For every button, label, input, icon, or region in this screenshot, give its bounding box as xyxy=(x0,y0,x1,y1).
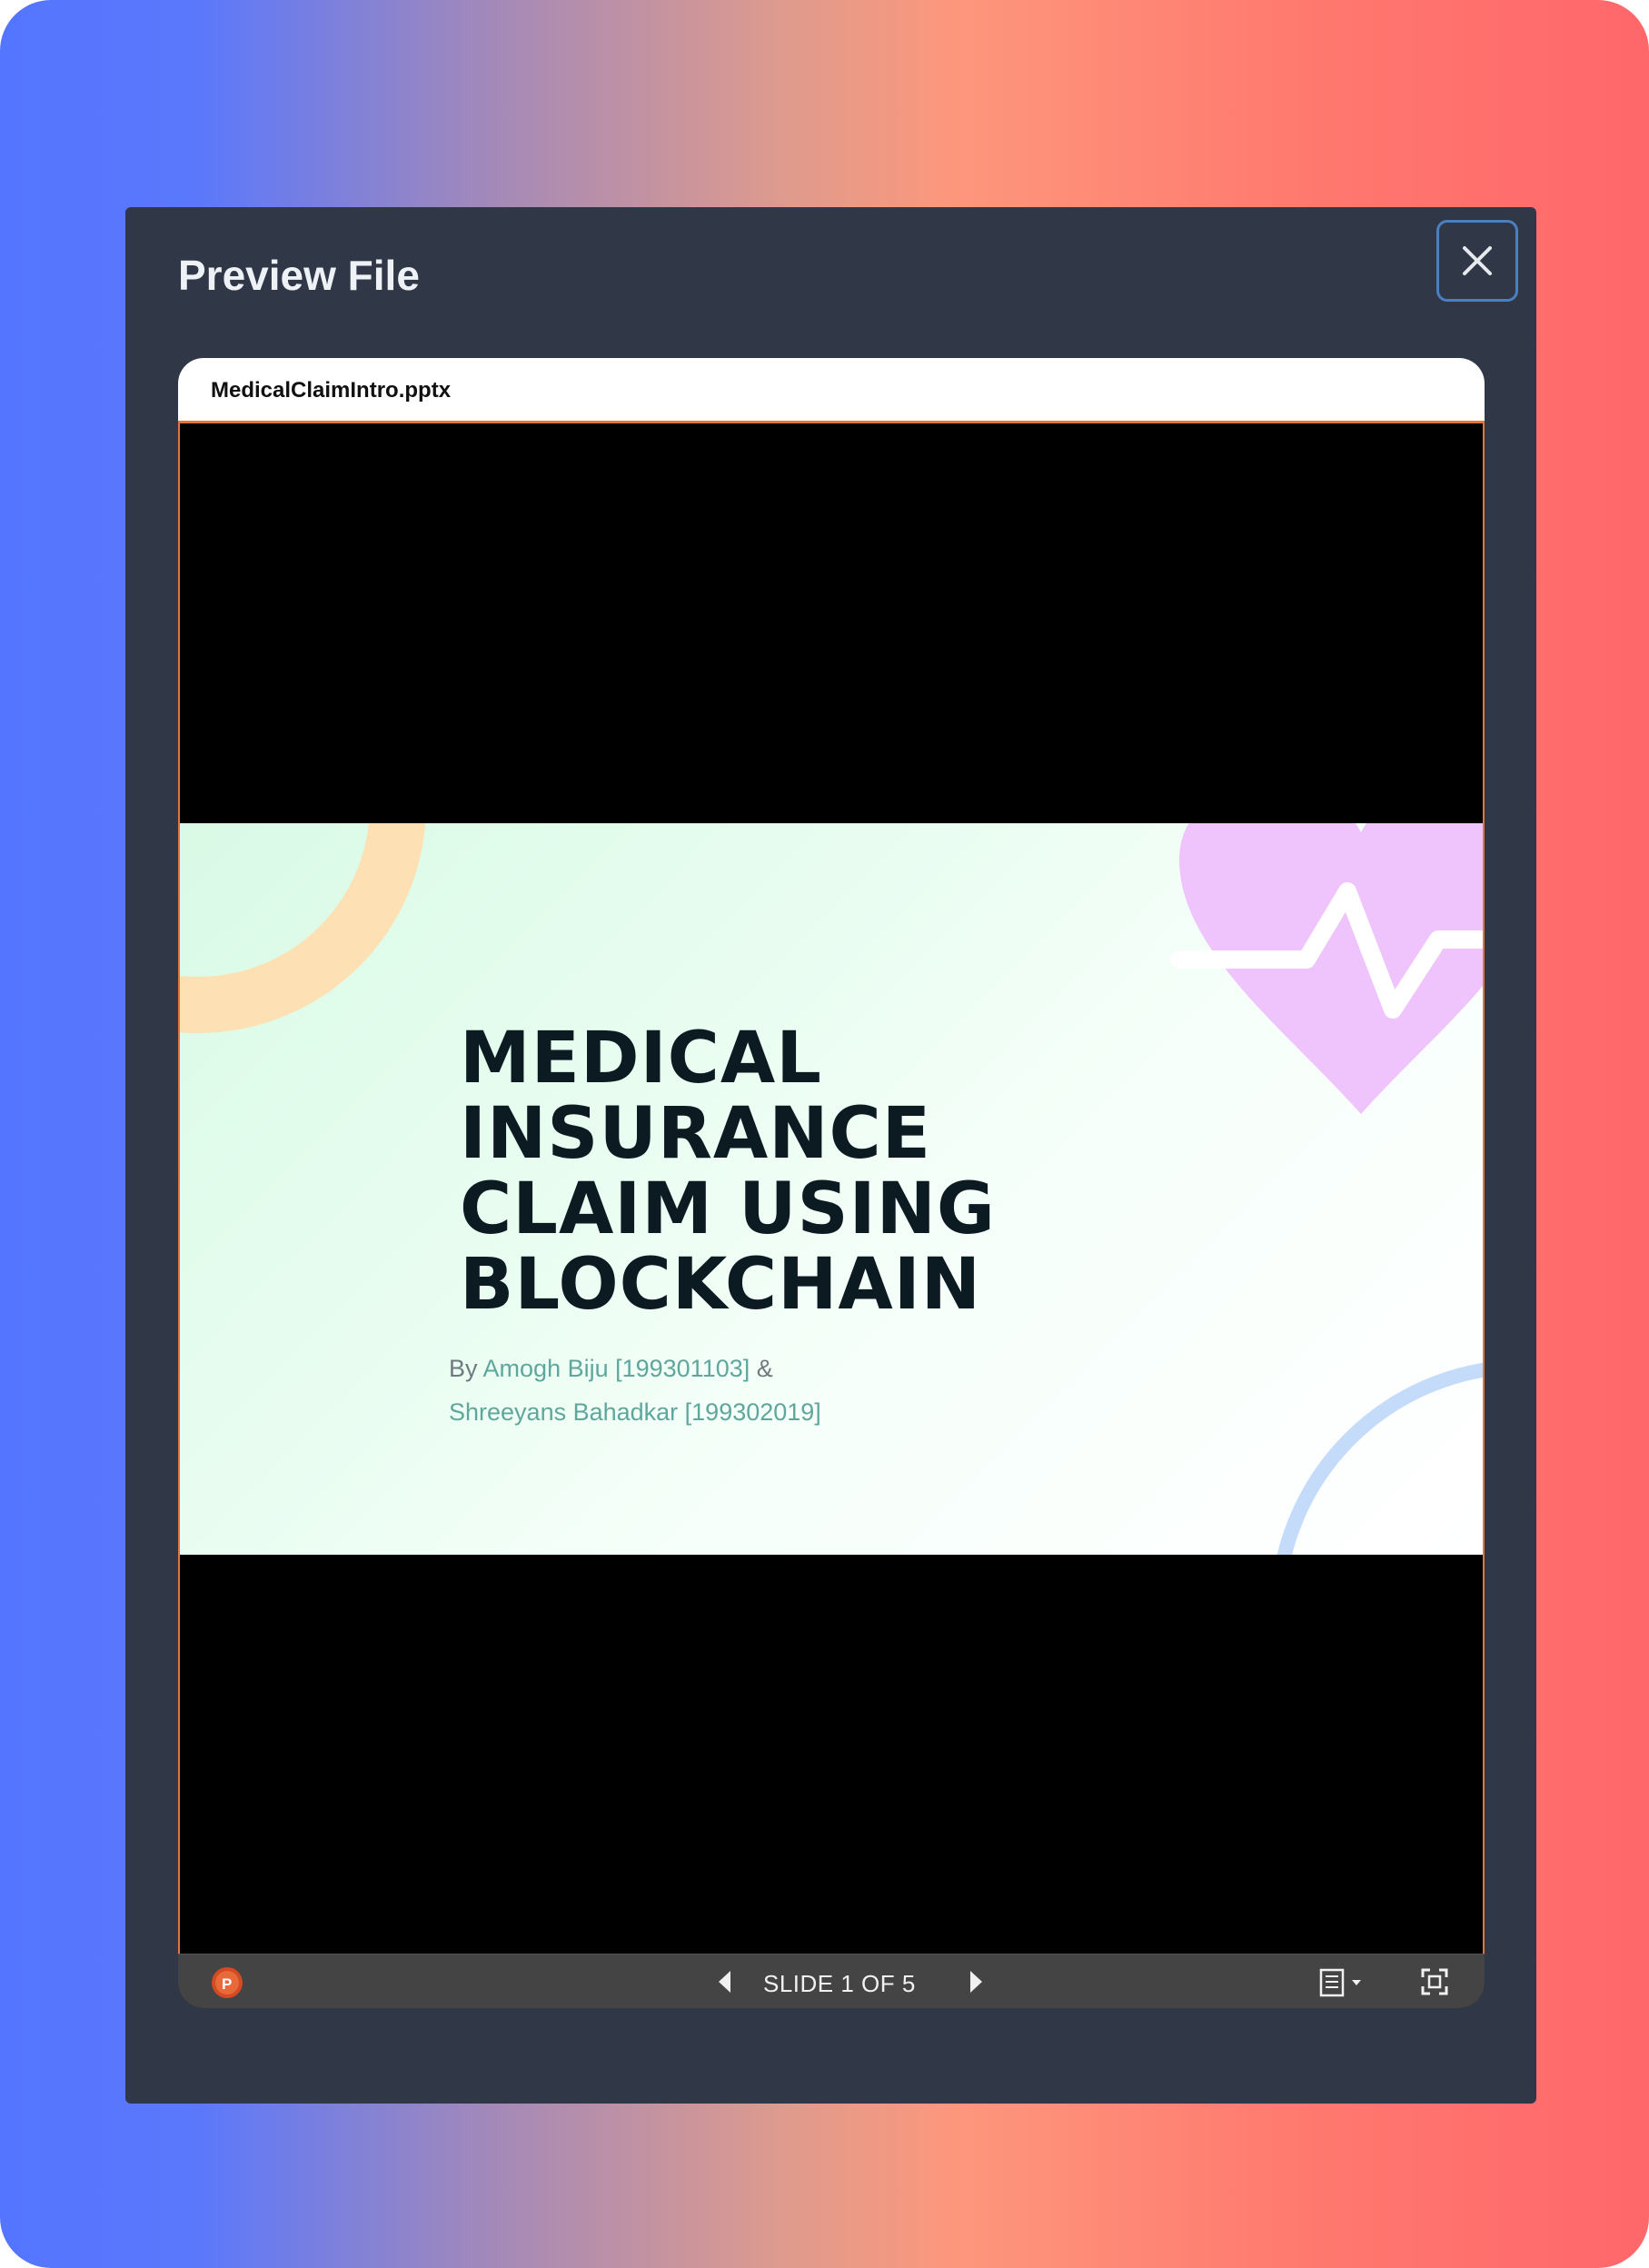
fullscreen-icon xyxy=(1421,1968,1448,1995)
orange-ring-shape xyxy=(180,823,426,1033)
slide-title-line: MEDICAL xyxy=(460,1018,822,1099)
notes-icon xyxy=(1319,1968,1361,1997)
file-viewer: MedicalClaimIntro.pptx MEDICAL INSURANCE… xyxy=(178,358,1485,2008)
background-frame: Preview File MedicalClaimIntro.pptx MEDI… xyxy=(0,0,1649,2268)
author-1: Amogh Biju [199301103] xyxy=(482,1355,750,1382)
triangle-left-icon xyxy=(719,1971,730,1993)
byline-line-2: Shreeyans Bahadkar [199302019] xyxy=(449,1390,821,1434)
close-button[interactable] xyxy=(1436,220,1518,302)
slide-title-line: INSURANCE xyxy=(460,1093,932,1175)
viewer-header: MedicalClaimIntro.pptx xyxy=(178,358,1485,423)
next-slide-button[interactable] xyxy=(959,1965,992,1998)
file-name: MedicalClaimIntro.pptx xyxy=(211,378,452,403)
author-2: Shreeyans Bahadkar [199302019] xyxy=(449,1398,821,1426)
viewer-toolbar: P SLIDE 1 OF 5 xyxy=(178,1954,1485,2008)
modal-title: Preview File xyxy=(178,252,420,299)
fullscreen-button[interactable] xyxy=(1417,1965,1452,1998)
blue-ring-shape xyxy=(1276,1362,1483,1555)
close-icon xyxy=(1463,246,1492,275)
slide-canvas: MEDICAL INSURANCE CLAIM USING BLOCKCHAIN… xyxy=(180,823,1483,1555)
slide-title: MEDICAL INSURANCE CLAIM USING BLOCKCHAIN xyxy=(460,1021,996,1323)
slide-counter: SLIDE 1 OF 5 xyxy=(763,1970,916,1997)
triangle-right-icon xyxy=(970,1971,982,1993)
byline-line-1: By Amogh Biju [199301103] & xyxy=(449,1347,821,1390)
by-prefix: By xyxy=(449,1355,483,1382)
slide-title-line: CLAIM USING xyxy=(460,1169,996,1250)
prev-slide-button[interactable] xyxy=(709,1965,741,1998)
notes-menu-button[interactable] xyxy=(1314,1965,1370,1998)
preview-modal: Preview File MedicalClaimIntro.pptx MEDI… xyxy=(125,207,1536,2104)
powerpoint-letter: P xyxy=(222,1975,232,1993)
and-text: & xyxy=(750,1355,773,1382)
powerpoint-app-button[interactable]: P xyxy=(211,1966,243,1999)
slide-byline: By Amogh Biju [199301103] & Shreeyans Ba… xyxy=(449,1347,821,1434)
slide-stage: MEDICAL INSURANCE CLAIM USING BLOCKCHAIN… xyxy=(178,423,1485,1954)
slide-title-line: BLOCKCHAIN xyxy=(460,1244,982,1326)
powerpoint-icon: P xyxy=(212,1967,243,1998)
